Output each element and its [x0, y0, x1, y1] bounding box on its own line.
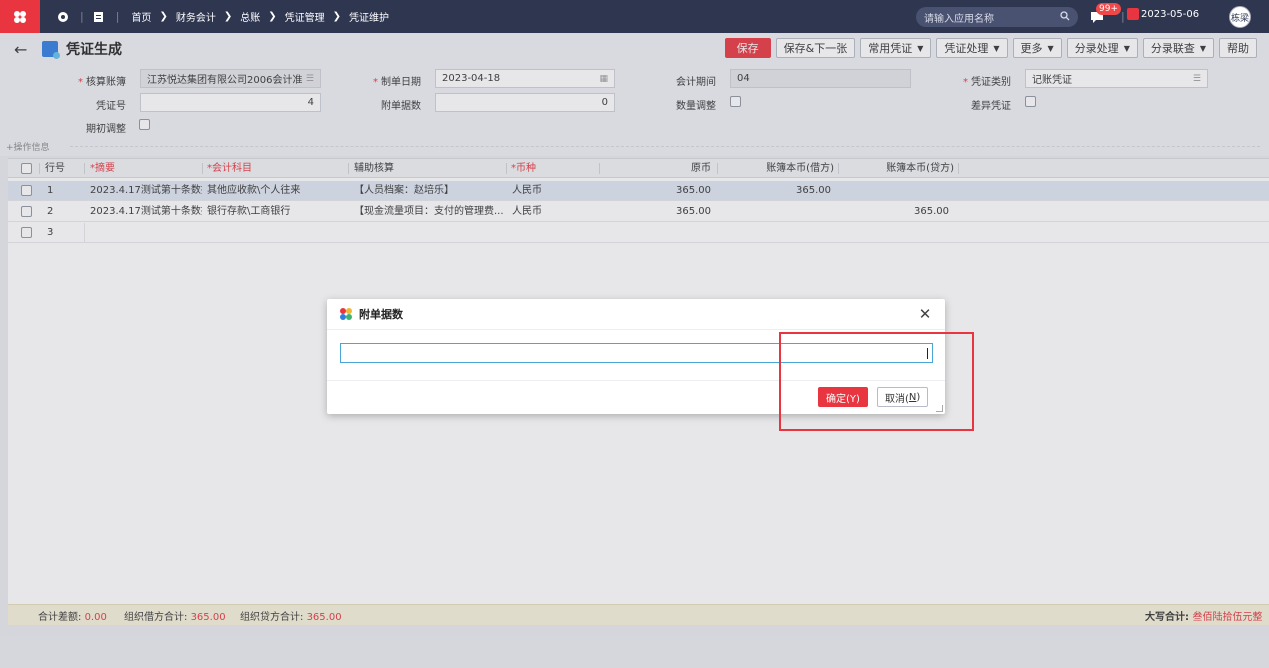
breadcrumb-voucher-mgmt[interactable]: 凭证管理: [285, 9, 325, 24]
app-logo-icon: [340, 308, 352, 320]
current-date: 2023-05-06: [1141, 8, 1200, 20]
breadcrumb-home[interactable]: 首页: [131, 9, 151, 24]
app-search-input[interactable]: 请输入应用名称: [916, 7, 1078, 27]
breadcrumb-voucher-maint[interactable]: 凭证维护: [349, 9, 389, 24]
top-nav-bar: | | 首页 ❯ 财务会计 ❯ 总账 ❯ 凭证管理 ❯ 凭证维护 请输入应用名称…: [0, 0, 1269, 33]
breadcrumb-ledger[interactable]: 总账: [240, 9, 260, 24]
close-icon[interactable]: ✕: [918, 305, 932, 323]
divider: |: [1121, 10, 1125, 23]
search-icon[interactable]: [1060, 10, 1070, 24]
app-logo-icon[interactable]: [0, 0, 40, 33]
dialog-header: 附单据数: [327, 299, 945, 330]
calendar-icon: [1127, 8, 1139, 20]
breadcrumb: 首页 ❯ 财务会计 ❯ 总账 ❯ 凭证管理 ❯ 凭证维护: [131, 9, 389, 24]
document-icon[interactable]: [90, 8, 108, 26]
avatar[interactable]: 栋梁: [1229, 6, 1251, 28]
dialog-title: 附单据数: [359, 308, 403, 321]
highlight-annotation-box: [779, 332, 974, 431]
chevron-right-icon: ❯: [223, 11, 233, 22]
breadcrumb-finance[interactable]: 财务会计: [176, 9, 216, 24]
date-display[interactable]: 2023-05-06: [1127, 8, 1199, 20]
divider: |: [80, 10, 84, 23]
search-placeholder: 请输入应用名称: [924, 13, 994, 25]
message-badge: 99+: [1096, 3, 1121, 15]
chevron-right-icon: ❯: [159, 11, 168, 22]
divider: |: [115, 10, 120, 23]
chevron-right-icon: ❯: [268, 11, 277, 22]
menu-circle-icon[interactable]: [54, 8, 72, 26]
chevron-right-icon: ❯: [332, 11, 341, 22]
